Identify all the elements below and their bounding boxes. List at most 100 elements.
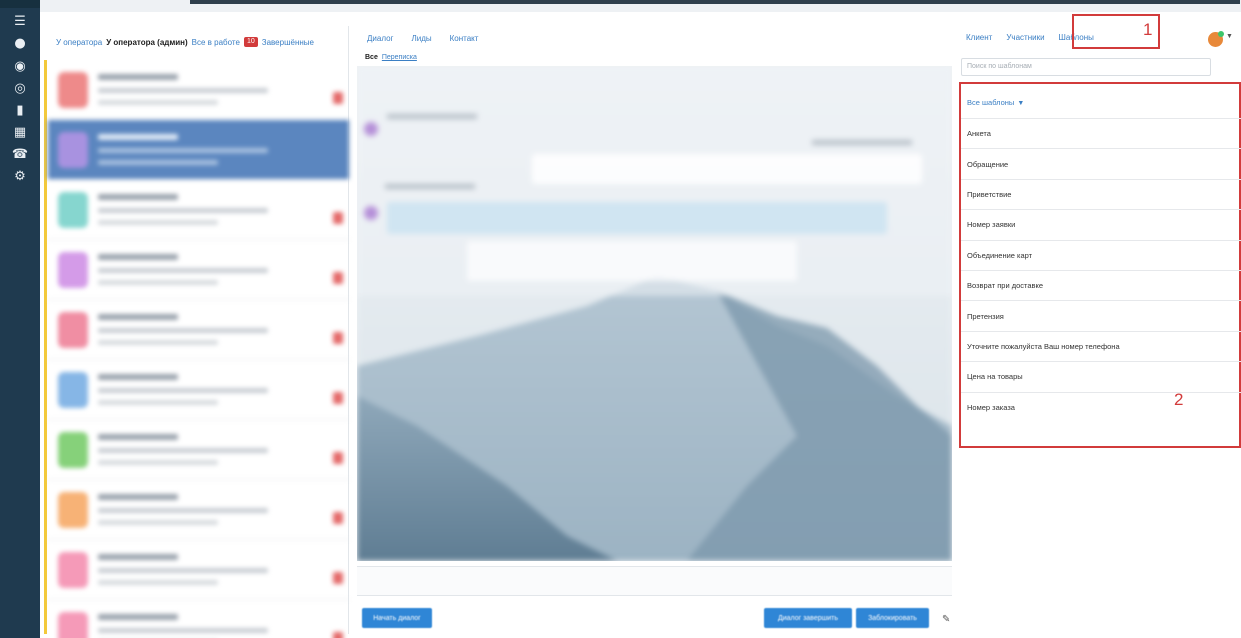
templates-dropdown-label: Все шаблоны — [967, 98, 1015, 107]
avatar — [58, 612, 88, 638]
avatar — [58, 492, 88, 528]
template-item[interactable]: Уточните пожалуйста Ваш номер телефона — [961, 330, 1241, 361]
settings-icon[interactable]: ⚙ — [7, 165, 33, 187]
chat-preview-text — [98, 628, 268, 633]
template-item[interactable]: Претензия — [961, 300, 1241, 330]
caret-down-icon: ▼ — [1017, 100, 1025, 107]
online-status-dot — [1218, 31, 1224, 37]
chat-preview-text — [98, 460, 218, 465]
chat-preview-text — [98, 100, 218, 105]
template-search-input[interactable]: Поиск по шаблонам — [961, 58, 1211, 76]
avatar — [58, 252, 88, 288]
template-item[interactable]: Номер заявки — [961, 209, 1241, 239]
right-panel: Клиент Участники Шаблоны 1 ▼ Поиск по ша… — [956, 14, 1241, 634]
unread-badge — [333, 332, 343, 344]
chat-preview-text — [98, 374, 178, 380]
template-item[interactable]: Приветствие — [961, 178, 1241, 209]
subtab-link[interactable]: Переписка — [382, 54, 417, 61]
template-item[interactable]: Возврат при доставке — [961, 269, 1241, 300]
avatar — [58, 552, 88, 588]
chat-list-item[interactable] — [48, 600, 349, 638]
chat-list-item[interactable] — [48, 240, 349, 300]
unread-badge — [333, 632, 343, 638]
template-item[interactable]: Цена на товары — [961, 361, 1241, 391]
chat-list-item[interactable] — [48, 180, 349, 240]
chat-preview-text — [98, 568, 268, 573]
chat-list-item[interactable] — [48, 60, 349, 120]
chat-preview-text — [98, 280, 218, 285]
subtab-all[interactable]: Все — [365, 54, 378, 61]
chat-list: У оператора У оператора (админ) Все в ра… — [44, 26, 349, 638]
unread-badge — [333, 212, 343, 224]
app-window: ☰ ● ◉ ◎ ▮ ▦ ☎ ⚙ У оператора У оператора … — [0, 0, 1241, 638]
chat-preview-text — [98, 614, 178, 620]
message-input-area[interactable] — [357, 566, 952, 596]
template-item[interactable]: Объединение карт — [961, 239, 1241, 270]
templates-box: Все шаблоны ▼ Анкета Обращение Приветствие Н… — [959, 82, 1241, 448]
chat-list-item[interactable] — [48, 120, 349, 180]
paperclip-icon[interactable]: ✎ — [942, 614, 950, 625]
block-button[interactable]: Заблокировать — [856, 608, 929, 628]
chat-preview-text — [98, 194, 178, 200]
tab-client[interactable]: Клиент — [966, 33, 992, 42]
chat-preview-text — [98, 220, 218, 225]
chat-preview-text — [98, 314, 178, 320]
top-strip-bar — [190, 0, 1240, 4]
chat-preview-text — [98, 434, 178, 440]
icon-sidebar: ☰ ● ◉ ◎ ▮ ▦ ☎ ⚙ — [0, 0, 40, 638]
chat-preview-text — [98, 400, 218, 405]
chat-list-item[interactable] — [48, 480, 349, 540]
chat-list-item[interactable] — [48, 540, 349, 600]
callout-number-2: 2 — [1174, 390, 1184, 409]
unread-badge — [333, 92, 343, 104]
filter-by-operator[interactable]: У оператора — [56, 38, 102, 47]
chat-list-filters: У оператора У оператора (админ) Все в ра… — [56, 34, 314, 50]
chat-list-item[interactable] — [48, 360, 349, 420]
unread-badge — [333, 572, 343, 584]
chat-background-image — [357, 66, 952, 561]
chat-preview-text — [98, 494, 178, 500]
chat-preview-text — [98, 520, 218, 525]
unread-badge — [333, 512, 343, 524]
tab-leads[interactable]: Лиды — [411, 34, 431, 43]
chat-preview-text — [98, 448, 268, 453]
dialog-panel: Диалог Лиды Контакт Все Переписка Начать… — [357, 26, 952, 634]
table-icon[interactable]: ▦ — [7, 121, 33, 143]
dialog-tabs: Диалог Лиды Контакт — [367, 34, 478, 43]
tab-participants[interactable]: Участники — [1006, 33, 1044, 42]
template-item[interactable]: Обращение — [961, 148, 1241, 178]
template-item[interactable]: Анкета — [961, 118, 1241, 148]
filter-favorites[interactable]: Завершённые — [262, 38, 314, 47]
template-item[interactable]: Номер заказа — [961, 391, 1241, 422]
avatar — [58, 192, 88, 228]
chat-preview-text — [98, 134, 178, 140]
chat-preview-text — [98, 148, 268, 153]
filter-for-me[interactable]: У оператора (админ) — [106, 38, 187, 47]
chevron-down-icon[interactable]: ▼ — [1226, 33, 1233, 40]
chat-view — [357, 66, 952, 561]
chat-preview-text — [98, 74, 178, 80]
filter-all-work[interactable]: Все в работе — [192, 38, 240, 47]
close-dialog-button[interactable]: Диалог завершить — [764, 608, 852, 628]
templates-dropdown[interactable]: Все шаблоны ▼ — [967, 98, 1024, 107]
unread-badge — [333, 452, 343, 464]
users-icon[interactable]: ☎ — [7, 143, 33, 165]
tab-dialog[interactable]: Диалог — [367, 34, 393, 43]
chat-list-item[interactable] — [48, 300, 349, 360]
menu-icon[interactable]: ☰ — [7, 10, 33, 32]
start-dialog-button[interactable]: Начать диалог — [362, 608, 432, 628]
chat-preview-text — [98, 340, 218, 345]
all-work-count-badge: 10 — [243, 37, 258, 47]
tab-contact[interactable]: Контакт — [450, 34, 479, 43]
templates-list: Анкета Обращение Приветствие Номер заявки Об… — [961, 118, 1241, 422]
chat-preview-text — [98, 580, 218, 585]
avatar — [58, 312, 88, 348]
chat-icon[interactable]: ● — [7, 32, 33, 54]
clock-icon[interactable]: ◉ — [7, 55, 33, 77]
chat-preview-text — [98, 160, 218, 165]
chat-list-item[interactable] — [48, 420, 349, 480]
message-circle-icon[interactable]: ◎ — [7, 77, 33, 99]
chat-preview-text — [98, 254, 178, 260]
document-icon[interactable]: ▮ — [7, 99, 33, 121]
chat-preview-text — [98, 88, 268, 93]
